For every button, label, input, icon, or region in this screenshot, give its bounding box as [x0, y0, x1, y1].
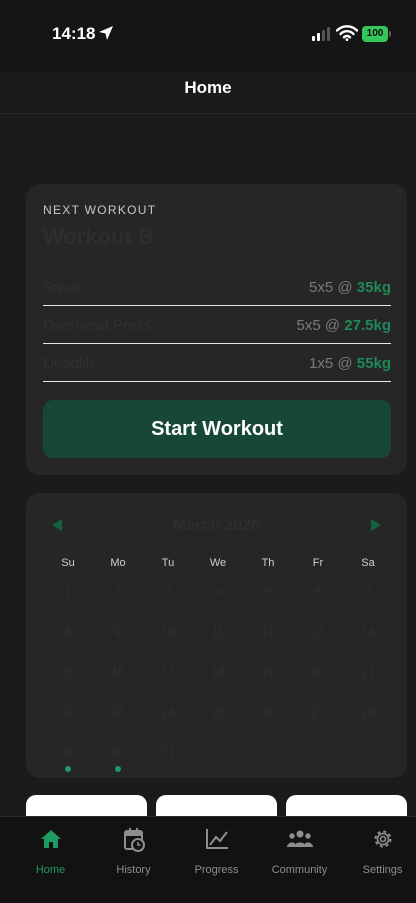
- start-workout-button[interactable]: Start Workout: [43, 400, 391, 458]
- weekday-label: Fr: [312, 557, 324, 569]
- tab-label: Progress: [194, 864, 239, 876]
- exercise-name: Deadlift: [43, 355, 94, 372]
- exercise-sets: 5x5 @: [309, 279, 357, 296]
- calendar-day[interactable]: 24: [148, 705, 188, 719]
- nav-divider: [0, 113, 416, 114]
- weekday-label: Th: [261, 557, 275, 569]
- calendar-day[interactable]: 9: [98, 625, 138, 639]
- calendar-day[interactable]: 22: [48, 705, 88, 719]
- cellular-signal-icon: [312, 27, 330, 41]
- weekday-label: Mo: [110, 557, 126, 569]
- tab-home[interactable]: Home: [9, 827, 92, 887]
- calendar-day[interactable]: 19: [248, 665, 288, 679]
- workout-day-dot: [65, 766, 71, 772]
- exercise-row: Squat 5x5 @ 35kg: [43, 268, 391, 306]
- battery-indicator: 100: [362, 26, 388, 42]
- tab-label: Settings: [362, 864, 403, 876]
- calendar-card: March 2026 Su Mo Tu We Th Fr Sa 1 2 3 4 5 6 7 8 9 10 11 12…: [26, 493, 407, 778]
- progress-chart-icon: [205, 829, 228, 849]
- calendar-day[interactable]: 1: [48, 585, 88, 599]
- calendar-day[interactable]: 29: [48, 745, 88, 759]
- tab-settings[interactable]: Settings: [341, 827, 416, 887]
- tab-label: Home: [35, 864, 66, 876]
- calendar-day[interactable]: 3: [148, 585, 188, 599]
- exercise-weight: 35kg: [356, 279, 391, 296]
- calendar-day[interactable]: 31: [148, 745, 188, 759]
- community-icon: [286, 830, 313, 847]
- calendar-day[interactable]: 20: [298, 665, 338, 679]
- calendar-day[interactable]: 7: [348, 585, 388, 599]
- calendar-day[interactable]: 26: [248, 705, 288, 719]
- calendar-day[interactable]: 18: [198, 665, 238, 679]
- calendar-day[interactable]: 14: [348, 625, 388, 639]
- weekday-label: Su: [61, 557, 75, 569]
- calendar-day[interactable]: 28: [348, 705, 388, 719]
- exercise-detail: 5x5 @ 35kg: [309, 279, 391, 296]
- calendar-month: March 2026: [172, 517, 261, 534]
- weekday-label: Sa: [361, 557, 375, 569]
- tab-label: History: [116, 864, 151, 876]
- calendar-day[interactable]: 23: [98, 705, 138, 719]
- tab-bar: Home History Progress Community Settings: [0, 816, 416, 903]
- next-workout-label: NEXT WORKOUT: [43, 203, 157, 217]
- calendar-day[interactable]: 16: [98, 665, 138, 679]
- wifi-icon: [336, 25, 358, 41]
- exercise-weight: 27.5kg: [344, 317, 391, 334]
- battery-tip: [389, 31, 391, 37]
- weekday-label: We: [209, 557, 227, 569]
- workout-day-dot: [115, 766, 121, 772]
- settings-gear-icon: [374, 830, 391, 848]
- exercise-row: Overhead Press 5x5 @ 27.5kg: [43, 306, 391, 344]
- history-icon: [123, 828, 145, 852]
- next-workout-card: NEXT WORKOUT Workout B Squat 5x5 @ 35kg …: [26, 184, 407, 475]
- tab-label: Community: [271, 864, 328, 876]
- tab-progress[interactable]: Progress: [175, 827, 258, 887]
- calendar-day[interactable]: 2: [98, 585, 138, 599]
- calendar-day[interactable]: 5: [248, 585, 288, 599]
- calendar-day[interactable]: 17: [148, 665, 188, 679]
- exercise-detail: 5x5 @ 27.5kg: [297, 317, 391, 334]
- exercise-row: Deadlift 1x5 @ 55kg: [43, 344, 391, 382]
- calendar-day[interactable]: 30: [98, 745, 138, 759]
- calendar-day[interactable]: 6: [298, 585, 338, 599]
- status-bar: 14:18 100: [0, 0, 416, 72]
- tab-history[interactable]: History: [92, 827, 175, 887]
- home-icon: [40, 830, 61, 848]
- exercise-name: Squat: [43, 279, 83, 296]
- calendar-day[interactable]: 15: [48, 665, 88, 679]
- calendar-day[interactable]: 25: [198, 705, 238, 719]
- exercise-sets: 5x5 @: [296, 317, 345, 334]
- location-arrow-icon: [99, 26, 113, 40]
- tab-community[interactable]: Community: [258, 827, 341, 887]
- calendar-day[interactable]: 27: [298, 705, 338, 719]
- calendar-day[interactable]: 21: [348, 665, 388, 679]
- weekday-label: Tu: [161, 557, 175, 569]
- calendar-day[interactable]: 13: [298, 625, 338, 639]
- exercise-sets: 1x5 @: [309, 355, 357, 372]
- exercise-detail: 1x5 @ 55kg: [309, 355, 391, 372]
- next-month-icon[interactable]: [371, 519, 381, 531]
- status-time: 14:18: [52, 24, 96, 43]
- calendar-day[interactable]: 12: [248, 625, 288, 639]
- calendar-day[interactable]: 11: [198, 625, 238, 639]
- calendar-day[interactable]: 8: [48, 625, 88, 639]
- calendar-day[interactable]: 4: [198, 585, 238, 599]
- exercise-weight: 55kg: [356, 355, 391, 372]
- exercise-name: Overhead Press: [43, 317, 152, 334]
- calendar-day[interactable]: 10: [148, 625, 188, 639]
- workout-title: Workout B: [43, 224, 154, 249]
- page-title: Home: [184, 78, 232, 97]
